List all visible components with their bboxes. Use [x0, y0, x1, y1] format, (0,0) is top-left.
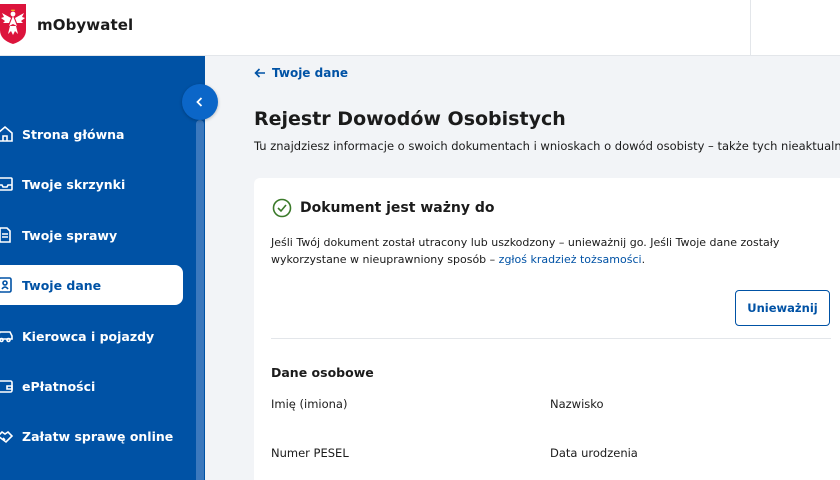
sidebar-item-online-services[interactable]: Załatw sprawę online: [0, 416, 183, 456]
info-text-end: .: [641, 253, 646, 266]
sidebar-item-label: ePłatności: [22, 378, 96, 394]
check-circle-icon: [272, 198, 292, 218]
sidebar-item-inboxes[interactable]: Twoje skrzynki: [0, 164, 183, 204]
sidebar-item-label: Twoje dane: [22, 277, 102, 293]
sidebar-item-your-data[interactable]: Twoje dane: [0, 265, 183, 305]
sidebar-item-label: Strona główna: [22, 126, 125, 142]
sidebar-item-home[interactable]: Strona główna: [0, 114, 183, 154]
page-title: Rejestr Dowodów Osobistych: [254, 108, 566, 130]
top-header: mObywatel: [0, 0, 840, 56]
sidebar-item-epayments[interactable]: ePłatności: [0, 366, 183, 406]
first-name-label: Imię (imiona): [271, 397, 348, 411]
chevron-left-icon: [196, 97, 203, 107]
polish-eagle-emblem[interactable]: [0, 4, 28, 44]
document-card: Dokument jest ważny do Jeśli Twój dokume…: [254, 178, 840, 480]
info-text: Jeśli Twój dokument został utracony lub …: [271, 234, 831, 268]
header-divider: [750, 0, 751, 56]
report-identity-theft-link[interactable]: zgłoś kradzież tożsamości: [499, 253, 642, 266]
sidebar-collapse-button[interactable]: [182, 84, 218, 120]
handshake-icon: [0, 416, 22, 456]
sidebar-item-cases[interactable]: Twoje sprawy: [0, 215, 183, 255]
page-description: Tu znajdziesz informacje o swoich dokume…: [254, 139, 840, 153]
last-name-label: Nazwisko: [550, 397, 604, 411]
pesel-label: Numer PESEL: [271, 446, 349, 460]
card-divider: [271, 338, 831, 339]
status-title: Dokument jest ważny do: [300, 200, 495, 216]
arrow-left-icon: [254, 68, 265, 78]
sidebar-item-label: Kierowca i pojazdy: [22, 328, 155, 344]
sidebar-scrollbar[interactable]: [196, 120, 204, 480]
sidebar-item-label: Załatw sprawę online: [22, 428, 174, 444]
home-icon: [0, 114, 22, 154]
wallet-icon: [0, 366, 22, 406]
personal-data-title: Dane osobowe: [271, 365, 374, 380]
sidebar: Strona główna Twoje skrzynki Twoje spraw…: [0, 56, 205, 480]
back-link[interactable]: Twoje dane: [254, 66, 348, 80]
sidebar-item-label: Twoje sprawy: [22, 227, 118, 243]
invalidate-button[interactable]: Unieważnij: [735, 290, 830, 326]
sidebar-item-label: Twoje skrzynki: [22, 176, 126, 192]
birth-date-label: Data urodzenia: [550, 446, 638, 460]
back-link-label: Twoje dane: [272, 66, 348, 80]
sidebar-item-driver[interactable]: Kierowca i pojazdy: [0, 316, 183, 356]
car-icon: [0, 316, 22, 356]
inbox-icon: [0, 164, 22, 204]
id-card-icon: [0, 265, 22, 305]
status-row: Dokument jest ważny do: [272, 198, 494, 218]
app-name[interactable]: mObywatel: [37, 16, 133, 34]
document-icon: [0, 215, 22, 255]
